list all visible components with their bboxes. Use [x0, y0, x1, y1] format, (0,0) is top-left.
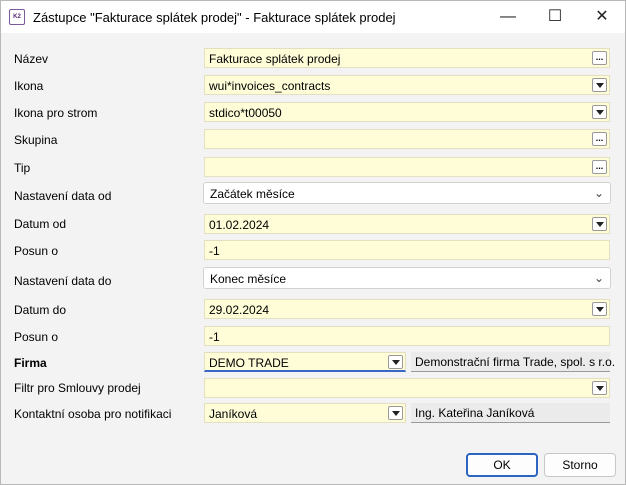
chevron-down-icon[interactable] — [388, 406, 403, 420]
ok-button[interactable]: OK — [466, 453, 538, 477]
chevron-down-icon[interactable] — [592, 217, 607, 231]
chevron-down-icon[interactable] — [592, 78, 607, 92]
kontakt-description: Ing. Kateřina Janíková — [411, 403, 610, 423]
ikona-field[interactable]: wui*invoices_contracts — [204, 75, 610, 95]
kontakt-label: Kontaktní osoba pro notifikaci — [14, 407, 172, 421]
ikona-label: Ikona — [14, 79, 44, 93]
tip-label: Tip — [14, 161, 31, 175]
form-content: Název Fakturace splátek prodej ... Ikona… — [1, 33, 625, 484]
posun-od-label: Posun o — [14, 244, 59, 258]
firma-description-text: Demonstrační firma Trade, spol. s r.o. — [415, 355, 616, 369]
nazev-value: Fakturace splátek prodej — [209, 52, 341, 66]
datum-od-label: Datum od — [14, 217, 67, 231]
app-icon: K2 — [9, 9, 25, 25]
skupina-ellipsis-button[interactable]: ... — [592, 132, 607, 146]
posun-do-field[interactable]: -1 — [204, 326, 610, 346]
firma-description: Demonstrační firma Trade, spol. s r.o. — [411, 352, 615, 372]
ikona-strom-field[interactable]: stdico*t00050 — [204, 102, 610, 122]
nastaveni-od-select[interactable]: Začátek měsíce ⌄ — [203, 182, 611, 204]
ikona-value: wui*invoices_contracts — [209, 79, 331, 93]
ikona-strom-value: stdico*t00050 — [209, 106, 282, 120]
posun-do-label: Posun o — [14, 330, 59, 344]
nastaveni-do-value: Konec měsíce — [210, 272, 287, 286]
cancel-button[interactable]: Storno — [544, 453, 616, 477]
datum-od-value: 01.02.2024 — [209, 218, 270, 232]
filtr-field[interactable] — [204, 378, 610, 398]
chevron-down-icon: ⌄ — [593, 186, 604, 200]
nastaveni-od-value: Začátek měsíce — [210, 187, 295, 201]
filtr-label: Filtr pro Smlouvy prodej — [14, 381, 141, 395]
firma-label: Firma — [14, 356, 47, 370]
chevron-down-icon: ⌄ — [593, 271, 604, 285]
skupina-label: Skupina — [14, 133, 58, 147]
datum-do-label: Datum do — [14, 303, 67, 317]
datum-do-value: 29.02.2024 — [209, 303, 270, 317]
kontakt-field[interactable]: Janíková — [204, 403, 406, 423]
posun-do-value: -1 — [209, 330, 220, 344]
chevron-down-icon[interactable] — [592, 105, 607, 119]
window-title: Zástupce "Fakturace splátek prodej" - Fa… — [33, 10, 396, 25]
nastaveni-do-select[interactable]: Konec měsíce ⌄ — [203, 267, 611, 289]
skupina-field[interactable]: ... — [204, 129, 610, 149]
nazev-label: Název — [14, 52, 49, 66]
chevron-down-icon[interactable] — [592, 302, 607, 316]
firma-field[interactable]: DEMO TRADE — [204, 352, 406, 372]
nastaveni-od-label: Nastavení data od — [14, 189, 112, 203]
ikona-strom-label: Ikona pro strom — [14, 106, 98, 120]
kontakt-value: Janíková — [209, 407, 258, 421]
close-button[interactable]: ✕ — [579, 1, 625, 33]
chevron-down-icon[interactable] — [388, 355, 403, 369]
nastaveni-do-label: Nastavení data do — [14, 274, 112, 288]
posun-od-field[interactable]: -1 — [204, 240, 610, 260]
minimize-button[interactable]: — — [485, 1, 531, 33]
posun-od-value: -1 — [209, 244, 220, 258]
title-bar: K2 Zástupce "Fakturace splátek prodej" -… — [1, 1, 625, 33]
chevron-down-icon[interactable] — [592, 381, 607, 395]
maximize-button[interactable]: ☐ — [532, 1, 578, 33]
kontakt-description-text: Ing. Kateřina Janíková — [415, 406, 535, 420]
datum-od-field[interactable]: 01.02.2024 — [204, 214, 610, 234]
tip-ellipsis-button[interactable]: ... — [592, 160, 607, 174]
dialog-window: K2 Zástupce "Fakturace splátek prodej" -… — [0, 0, 626, 485]
datum-do-field[interactable]: 29.02.2024 — [204, 299, 610, 319]
tip-field[interactable]: ... — [204, 157, 610, 177]
firma-value: DEMO TRADE — [209, 356, 289, 370]
nazev-ellipsis-button[interactable]: ... — [592, 51, 607, 65]
nazev-field[interactable]: Fakturace splátek prodej ... — [204, 48, 610, 68]
